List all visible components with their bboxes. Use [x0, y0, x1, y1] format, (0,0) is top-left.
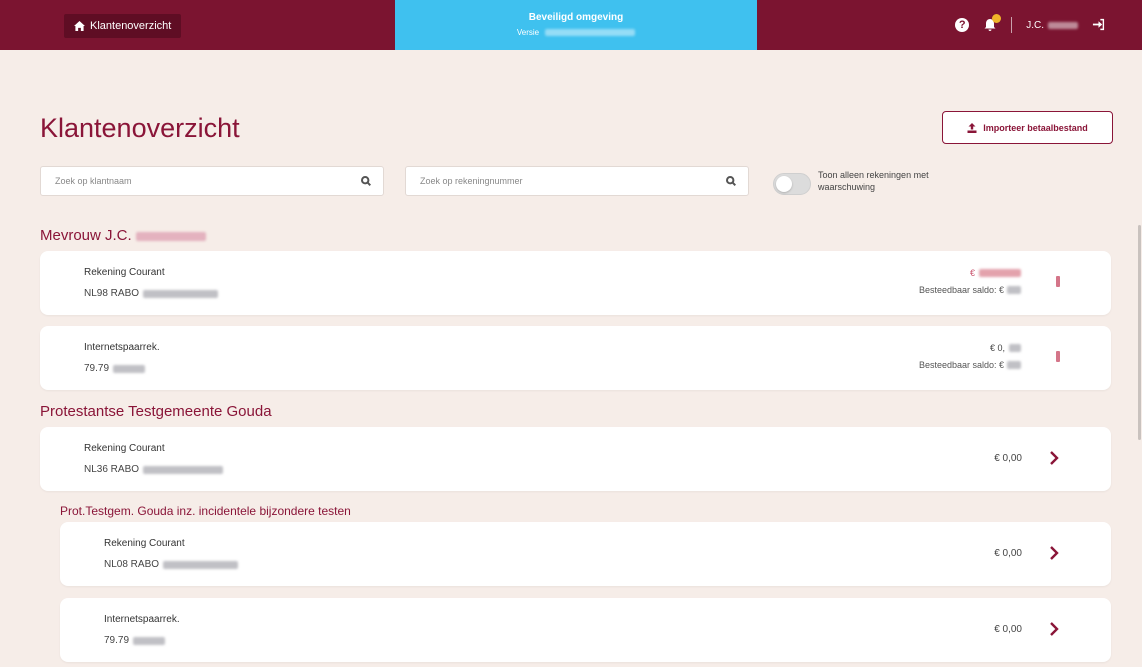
- upload-icon: [967, 122, 977, 133]
- account-card[interactable]: Rekening Courant NL98 RABO € Besteedbaar…: [40, 251, 1111, 315]
- search-icon[interactable]: [361, 176, 371, 186]
- notification-badge: [992, 14, 1002, 23]
- balance-amount: € 0,00: [994, 453, 1022, 464]
- account-card[interactable]: Internetspaarrek. 79.79 € 0, Besteedbaar…: [40, 326, 1111, 390]
- logout-icon[interactable]: [1092, 18, 1106, 32]
- redacted-available-balance: [1007, 361, 1021, 369]
- account-card[interactable]: Rekening Courant NL08 RABO € 0,00: [60, 522, 1111, 586]
- redacted-account-number: [143, 465, 224, 474]
- environment-version-label: Versie: [516, 28, 540, 37]
- redacted-account-number: [163, 560, 239, 569]
- customer-group-title: Mevrouw J.C.: [40, 227, 206, 244]
- home-button[interactable]: Klantenoverzicht: [64, 14, 182, 38]
- home-button-label: Klantenoverzicht: [90, 20, 172, 32]
- account-name: Rekening Courant: [104, 538, 185, 549]
- account-name: Internetspaarrek.: [104, 614, 180, 625]
- redacted-account-number: [113, 364, 146, 373]
- help-icon[interactable]: ?: [955, 18, 970, 32]
- redacted-balance: [979, 269, 1021, 277]
- redacted-account-number: [143, 289, 219, 298]
- available-balance: Besteedbaar saldo: €: [919, 360, 1021, 370]
- customer-search-input[interactable]: [53, 175, 361, 187]
- account-number: NL98 RABO: [84, 288, 219, 299]
- bell-icon[interactable]: [983, 14, 1002, 32]
- account-number: 79.79: [84, 363, 146, 374]
- home-icon: [74, 21, 85, 31]
- divider: [1011, 17, 1013, 33]
- available-balance-label: Besteedbaar saldo: €: [918, 285, 1004, 295]
- account-name: Rekening Courant: [84, 267, 165, 278]
- available-balance: Besteedbaar saldo: €: [919, 285, 1021, 295]
- balance-amount: € 0,00: [994, 548, 1022, 559]
- balance-amount: € 0,: [919, 342, 1021, 354]
- page-title: Klantenoverzicht: [40, 113, 240, 143]
- account-name: Rekening Courant: [84, 443, 165, 454]
- warning-filter-toggle[interactable]: [773, 173, 811, 195]
- account-number-prefix: NL08 RABO: [104, 559, 160, 570]
- toggle-knob: [776, 176, 792, 192]
- balance-amount: €: [919, 267, 1021, 279]
- environment-title: Beveiligd omgeving: [528, 12, 624, 23]
- account-number-prefix: NL98 RABO: [84, 288, 140, 299]
- warning-indicator: [1056, 351, 1060, 362]
- available-balance-label: Besteedbaar saldo: €: [918, 360, 1004, 370]
- account-card[interactable]: Internetspaarrek. 79.79 € 0,00: [60, 598, 1111, 662]
- warning-indicator: [1056, 276, 1060, 287]
- account-search-input[interactable]: [418, 175, 726, 187]
- account-balance: € Besteedbaar saldo: €: [919, 267, 1021, 295]
- warning-filter-label: Toon alleen rekeningen met waarschuwing: [818, 170, 929, 192]
- redacted-user-name: [1048, 21, 1078, 29]
- redacted-customer-name: [135, 231, 206, 241]
- environment-banner: Beveiligd omgeving Versie: [395, 0, 757, 50]
- account-number: 79.79: [104, 635, 166, 646]
- search-icon[interactable]: [726, 176, 736, 186]
- balance-amount: € 0,00: [994, 624, 1022, 635]
- import-payment-file-button[interactable]: Importeer betaalbestand: [942, 111, 1113, 144]
- redacted-account-number: [133, 636, 166, 645]
- balance-amount-prefix: € 0,: [989, 343, 1005, 353]
- account-number: NL08 RABO: [104, 559, 239, 570]
- sub-customer-group-title: Prot.Testgem. Gouda inz. incidentele bij…: [60, 504, 351, 518]
- environment-version: Versie: [395, 28, 757, 37]
- chevron-right-icon[interactable]: [1047, 620, 1061, 638]
- import-button-label: Importeer betaalbestand: [983, 122, 1088, 133]
- customer-search: [40, 166, 384, 196]
- scrollbar[interactable]: [1138, 225, 1141, 440]
- account-search: [405, 166, 749, 196]
- redacted-balance: [1009, 344, 1021, 352]
- account-number-prefix: NL36 RABO: [84, 464, 140, 475]
- account-number-prefix: 79.79: [104, 635, 130, 646]
- balance-amount-prefix: €: [969, 268, 975, 278]
- chevron-right-icon[interactable]: [1047, 544, 1061, 562]
- user-initials: J.C.: [1026, 19, 1044, 31]
- account-balance: € 0, Besteedbaar saldo: €: [919, 342, 1021, 370]
- account-name: Internetspaarrek.: [84, 342, 160, 353]
- redacted-available-balance: [1007, 286, 1021, 294]
- chevron-right-icon[interactable]: [1047, 449, 1061, 467]
- user-menu[interactable]: J.C.: [1026, 20, 1078, 31]
- customer-name: Mevrouw J.C.: [40, 227, 132, 244]
- account-number: NL36 RABO: [84, 464, 224, 475]
- redacted-version: [545, 29, 636, 36]
- account-number-prefix: 79.79: [84, 363, 110, 374]
- user-area: ? J.C.: [955, 0, 1106, 50]
- customer-group-title: Protestantse Testgemeente Gouda: [40, 403, 272, 420]
- account-card[interactable]: Rekening Courant NL36 RABO € 0,00: [40, 427, 1111, 491]
- top-bar: Klantenoverzicht Beveiligd omgeving Vers…: [0, 0, 1142, 50]
